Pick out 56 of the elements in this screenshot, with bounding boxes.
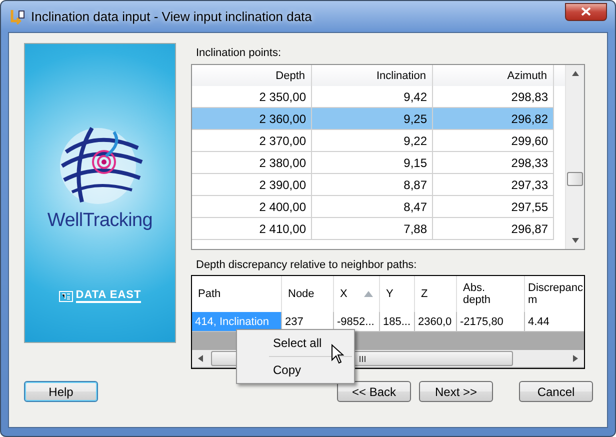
- sort-ascending-icon: [364, 291, 373, 297]
- mouse-pointer-icon: [331, 344, 344, 364]
- table-row[interactable]: 2 400,00 8,47 297,55: [192, 196, 565, 218]
- table-cell: 8,87: [312, 174, 433, 196]
- table-cell: 299,60: [433, 130, 554, 152]
- table-cell: 2 400,00: [192, 196, 312, 218]
- scroll-thumb[interactable]: [567, 172, 583, 186]
- table-cell: 296,82: [433, 108, 554, 130]
- table-cell[interactable]: 2360,0: [415, 312, 457, 332]
- scroll-up-icon[interactable]: [572, 70, 578, 77]
- dialog-button[interactable]: << Back: [337, 381, 411, 402]
- company-logo-icon: [58, 291, 73, 302]
- table-row[interactable]: 2 390,00 8,87 297,33: [192, 174, 565, 196]
- table-cell[interactable]: -9852...: [334, 312, 380, 332]
- scroll-right-icon[interactable]: [572, 355, 579, 362]
- company-name: DATA EAST: [76, 290, 142, 303]
- table-cell: 8,47: [312, 196, 433, 218]
- column-header[interactable]: Azimuth: [433, 65, 554, 86]
- dialog-button[interactable]: Help: [24, 381, 98, 402]
- app-icon: [9, 8, 25, 24]
- table-cell: 2 380,00: [192, 152, 312, 174]
- table-cell: 297,55: [433, 196, 554, 218]
- table-cell: 9,15: [312, 152, 433, 174]
- window-title: Inclination data input - View input inclination data: [31, 9, 312, 24]
- close-button[interactable]: [565, 2, 607, 20]
- section-label: Inclination points:: [196, 47, 282, 59]
- scroll-down-icon[interactable]: [572, 237, 578, 244]
- table-row[interactable]: 2 360,00 9,25 296,82: [192, 108, 565, 130]
- table-cell: 296,87: [433, 218, 554, 240]
- table-cell: 9,25: [312, 108, 433, 130]
- table-cell[interactable]: 4.44: [525, 312, 584, 332]
- table-cell[interactable]: -2175,80: [457, 312, 525, 332]
- table-cell[interactable]: 185...: [380, 312, 415, 332]
- column-header[interactable]: Inclination: [312, 65, 433, 86]
- table-cell: 2 360,00: [192, 108, 312, 130]
- grip-icon: [358, 356, 366, 362]
- table-cell: 2 390,00: [192, 174, 312, 196]
- table-row[interactable]: 2 370,00 9,22 299,60: [192, 130, 565, 152]
- table-row[interactable]: 2 380,00 9,15 298,33: [192, 152, 565, 174]
- dialog-button[interactable]: Cancel: [519, 381, 593, 402]
- table-cell: 7,88: [312, 218, 433, 240]
- menu-item[interactable]: Select all: [239, 332, 352, 354]
- table-cell: 297,33: [433, 174, 554, 196]
- close-icon: [581, 7, 591, 16]
- table-cell: 9,22: [312, 130, 433, 152]
- section-label: Depth discrepancy relative to neighbor paths:: [196, 259, 418, 271]
- column-header[interactable]: Depth: [192, 65, 312, 86]
- table-cell: 2 370,00: [192, 130, 312, 152]
- table-cell: 298,33: [433, 152, 554, 174]
- menu-item[interactable]: Copy: [239, 359, 352, 381]
- dialog-button[interactable]: Next >>: [419, 381, 493, 402]
- table-cell: 2 410,00: [192, 218, 312, 240]
- vertical-scrollbar[interactable]: [565, 65, 584, 249]
- product-name: WellTracking: [47, 210, 153, 232]
- scroll-left-icon[interactable]: [197, 355, 204, 362]
- table-row[interactable]: 2 410,00 7,88 296,87: [192, 218, 565, 240]
